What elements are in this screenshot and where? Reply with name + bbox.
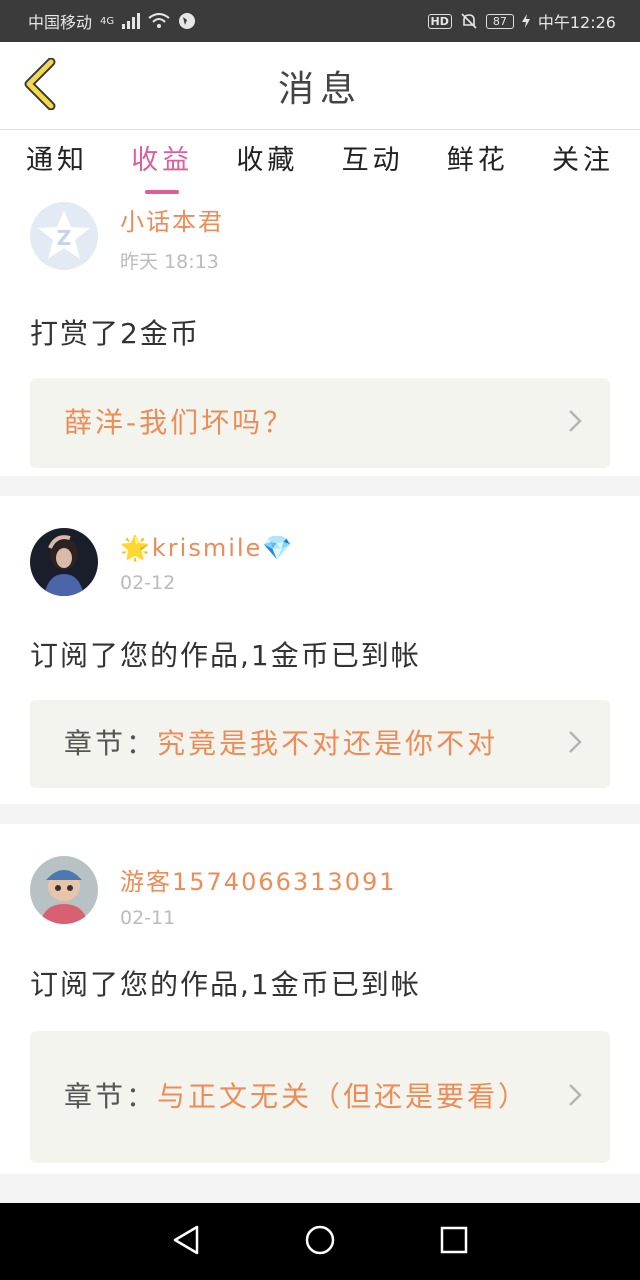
back-triangle-icon[interactable]: [171, 1224, 201, 1260]
chevron-right-icon: [568, 409, 582, 437]
avatar[interactable]: [30, 856, 98, 924]
action-text: 订阅了您的作品,1金币已到帐: [30, 639, 421, 672]
battery-level: 87: [485, 13, 514, 29]
username[interactable]: 🌟krismile💎: [120, 534, 294, 562]
tab-earnings[interactable]: 收益: [131, 130, 193, 196]
timestamp: 昨天 18:13: [120, 251, 219, 273]
action-text: 订阅了您的作品,1金币已到帐: [30, 968, 421, 1001]
chapter-title: 与正文无关（但还是要看）: [157, 1080, 530, 1113]
chevron-right-icon: [568, 1083, 582, 1111]
chapter-prefix: 章节：: [64, 1080, 158, 1113]
timestamp: 02-11: [120, 907, 176, 929]
network-type: 4G: [100, 15, 115, 27]
charging-icon: [521, 14, 530, 28]
list-item: 游客1574066313091 02-11 订阅了您的作品,1金币已到帐 章节：…: [0, 824, 640, 1174]
chevron-left-icon: [23, 57, 57, 114]
recents-square-icon[interactable]: [439, 1225, 469, 1259]
carrier-label: 中国移动: [28, 13, 93, 32]
chevron-right-icon: [568, 730, 582, 758]
clock: 中午12:26: [537, 13, 616, 32]
tab-flowers[interactable]: 鲜花: [447, 130, 509, 196]
chapter-link[interactable]: 章节：究竟是我不对还是你不对: [30, 700, 610, 788]
bell-muted-icon: [460, 12, 478, 30]
username[interactable]: 游客1574066313091: [120, 862, 397, 897]
username[interactable]: 小话本君: [120, 202, 224, 237]
app-header: 消息: [0, 42, 640, 130]
globe-icon: [178, 12, 196, 30]
action-text: 打赏了2金币: [30, 317, 200, 350]
work-title: 薛洋-我们坏吗？: [64, 406, 295, 439]
page-title: 消息: [277, 68, 362, 110]
status-bar: 中国移动 4G HD 87 中午12:26: [0, 0, 640, 42]
avatar[interactable]: [30, 528, 98, 596]
avatar[interactable]: Z: [30, 202, 98, 270]
timestamp: 02-12: [120, 572, 176, 594]
tab-notifications[interactable]: 通知: [26, 130, 88, 196]
chapter-link[interactable]: 章节：与正文无关（但还是要看）: [30, 1031, 610, 1163]
tab-interactions[interactable]: 互动: [342, 130, 404, 196]
home-circle-icon[interactable]: [304, 1224, 336, 1260]
chapter-title: 究竟是我不对还是你不对: [157, 727, 499, 760]
wifi-icon: [148, 13, 170, 29]
signal-icon: [122, 13, 141, 29]
back-button[interactable]: [18, 57, 62, 114]
work-link[interactable]: 薛洋-我们坏吗？: [30, 378, 610, 468]
system-nav-bar: [0, 1203, 640, 1280]
list-item: Z 小话本君 昨天 18:13 打赏了2金币 薛洋-我们坏吗？: [0, 196, 640, 476]
svg-text:Z: Z: [57, 226, 72, 250]
chapter-prefix: 章节：: [64, 727, 158, 760]
earnings-feed: Z 小话本君 昨天 18:13 打赏了2金币 薛洋-我们坏吗？ 🌟krismil…: [0, 196, 640, 1198]
hd-badge: HD: [427, 13, 452, 29]
tab-following[interactable]: 关注: [552, 130, 614, 196]
category-tabs: 通知 收益 收藏 互动 鲜花 关注: [0, 130, 640, 196]
list-item: 🌟krismile💎 02-12 订阅了您的作品,1金币已到帐 章节：究竟是我不…: [0, 496, 640, 804]
tab-favorites[interactable]: 收藏: [236, 130, 298, 196]
